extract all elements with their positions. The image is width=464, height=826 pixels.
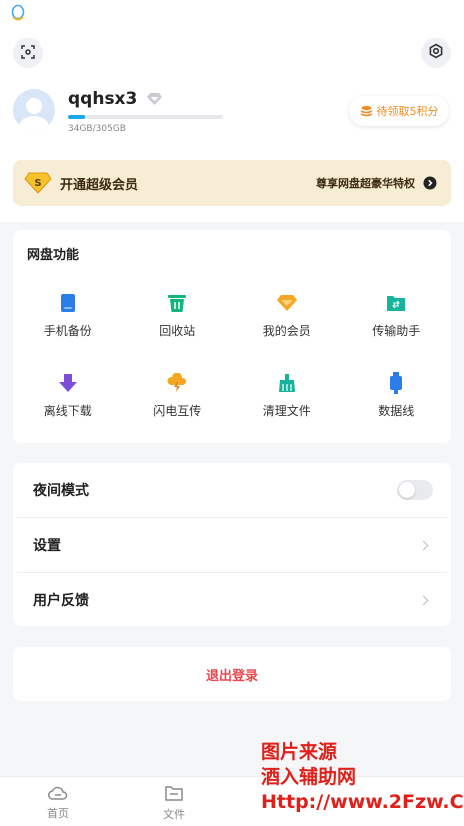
vip-banner-title: 开通超级会员 [60, 177, 139, 193]
feature-label: 我的会员 [262, 324, 311, 338]
scan-button[interactable] [13, 38, 43, 68]
scan-icon [21, 44, 35, 63]
tab-files[interactable]: 文件 [144, 785, 204, 822]
vip-diamond-icon [146, 92, 163, 106]
features-grid: 手机备份 回收站 我的会员 传输助手 离线下载 闪电互传 清理文件 数据线 [13, 280, 451, 440]
vip-banner-cta: 尊享网盘超豪华特权 [316, 177, 415, 190]
tab-home-label: 首页 [47, 807, 69, 820]
watermark-line: Http://www.2Fzw.Cn [261, 791, 464, 813]
recycle-bin-icon [166, 292, 188, 314]
settings-label: 设置 [33, 538, 61, 554]
settings-row[interactable]: 设置 [13, 518, 451, 572]
feature-label: 传输助手 [372, 324, 421, 338]
cloud-lightning-icon [166, 372, 188, 394]
download-arrow-icon [57, 372, 79, 394]
storage-progress-bar [68, 115, 223, 119]
watermark-line: 酒入辅助网 [261, 766, 357, 788]
feature-recycle-bin[interactable]: 回收站 [123, 280, 233, 360]
username: qqhsx3 [68, 89, 138, 109]
watermark: 图片来源 酒入辅助网 Http://www.2Fzw.Cn [261, 740, 464, 815]
arrow-right-circle-icon [423, 176, 437, 190]
toggle-knob [399, 482, 415, 498]
folder-icon [164, 785, 184, 802]
tab-files-label: 文件 [163, 808, 185, 821]
claim-points-button[interactable]: 待领取5积分 [349, 96, 449, 126]
phone-backup-icon [57, 292, 79, 314]
chevron-right-icon [418, 540, 429, 550]
qq-notification-icon [10, 4, 26, 22]
feedback-label: 用户反馈 [33, 593, 89, 609]
vip-banner[interactable]: S 开通超级会员 尊享网盘超豪华特权 [13, 160, 451, 206]
feature-transfer-assistant[interactable]: 传输助手 [342, 280, 452, 360]
feature-flash-transfer[interactable]: 闪电互传 [123, 360, 233, 440]
watermark-line: 图片来源 [261, 741, 338, 763]
feature-phone-backup[interactable]: 手机备份 [13, 280, 123, 360]
storage-text: 34GB/305GB [68, 124, 126, 134]
coins-icon [360, 105, 373, 118]
night-mode-label: 夜间模式 [33, 483, 89, 499]
logout-button[interactable]: 退出登录 [13, 647, 451, 701]
cloud-home-icon [47, 785, 69, 801]
logout-label: 退出登录 [205, 668, 258, 684]
gear-icon [428, 43, 444, 63]
broom-icon [276, 372, 298, 394]
chevron-right-icon [418, 595, 429, 605]
night-mode-row: 夜间模式 [13, 463, 451, 517]
features-title: 网盘功能 [27, 248, 80, 263]
night-mode-toggle[interactable] [397, 480, 433, 500]
claim-points-label: 待领取5积分 [376, 105, 439, 118]
feature-label: 手机备份 [43, 324, 92, 338]
feature-label: 闪电互传 [153, 404, 202, 418]
avatar[interactable] [13, 89, 55, 131]
feature-data-cable[interactable]: 数据线 [342, 360, 452, 440]
svg-text:S: S [34, 178, 41, 189]
feature-clean-files[interactable]: 清理文件 [232, 360, 342, 440]
settings-gear-button[interactable] [421, 38, 451, 68]
tab-home[interactable]: 首页 [28, 785, 88, 821]
feature-my-membership[interactable]: 我的会员 [232, 280, 342, 360]
feedback-row[interactable]: 用户反馈 [13, 573, 451, 627]
storage-progress-fill [68, 115, 86, 119]
feature-label: 清理文件 [262, 404, 311, 418]
settings-card: 夜间模式 设置 用户反馈 [13, 463, 451, 626]
feature-offline-download[interactable]: 离线下载 [13, 360, 123, 440]
features-card: 网盘功能 手机备份 回收站 我的会员 传输助手 离线下载 闪电互传 清理文件 数… [13, 230, 451, 443]
vip-s-badge-icon: S [24, 172, 52, 194]
usb-cable-icon [385, 372, 407, 394]
feature-label: 数据线 [378, 404, 415, 418]
transfer-folder-icon [385, 292, 407, 314]
diamond-icon [276, 292, 298, 314]
feature-label: 离线下载 [43, 404, 92, 418]
feature-label: 回收站 [159, 324, 196, 338]
